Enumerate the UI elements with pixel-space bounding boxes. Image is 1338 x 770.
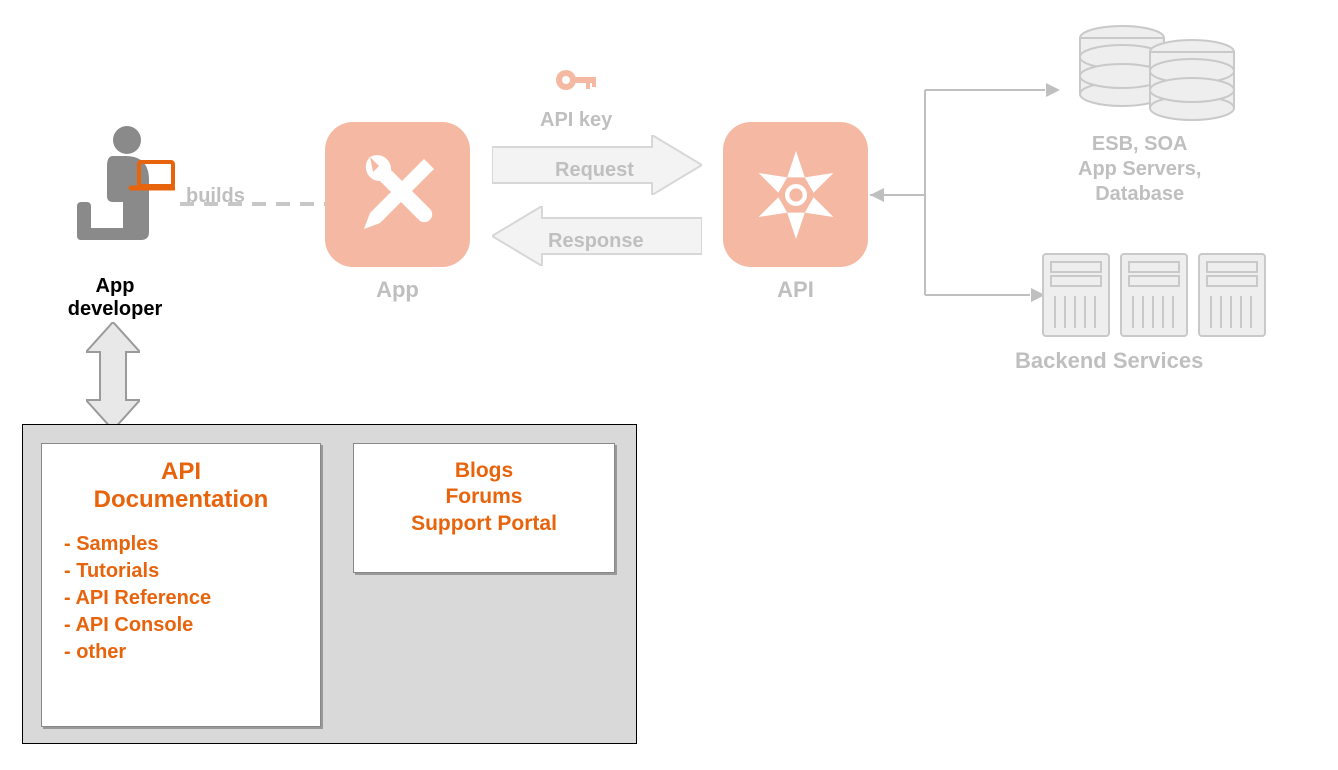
key-icon <box>554 66 598 102</box>
doc-title-2: Documentation <box>94 486 269 513</box>
developer-portal-arrow <box>86 322 140 430</box>
developer-node: App developer <box>55 124 175 321</box>
community-line: Support Portal <box>372 511 596 537</box>
doc-item: - API Console <box>64 612 302 639</box>
doc-item: - Samples <box>64 531 302 558</box>
response-label: Response <box>548 230 644 253</box>
portal-container: API Documentation - Samples - Tutorials … <box>22 424 637 744</box>
databases-text: ESB, SOA App Servers, Database <box>1078 132 1201 207</box>
db-line3: Database <box>1095 183 1184 205</box>
databases-icon <box>1062 20 1252 125</box>
doc-item: - other <box>64 639 302 666</box>
gear-star-icon <box>741 140 851 250</box>
request-label: Request <box>555 159 634 182</box>
db-line2: App Servers, <box>1078 158 1201 180</box>
db-line1: ESB, SOA <box>1092 133 1188 155</box>
backend-label: Backend Services <box>1015 348 1203 374</box>
builds-dash <box>180 202 325 206</box>
api-label: API <box>723 277 868 303</box>
doc-title-1: API <box>161 458 201 485</box>
doc-item: - API Reference <box>64 585 302 612</box>
community-line: Forums <box>372 484 596 510</box>
doc-item: - Tutorials <box>64 558 302 585</box>
app-label: App <box>325 277 470 303</box>
api-documentation-card: API Documentation - Samples - Tutorials … <box>41 443 321 727</box>
api-tile <box>723 122 868 267</box>
community-line: Blogs <box>372 458 596 484</box>
api-key-label: API key <box>540 109 612 132</box>
developer-label: App developer <box>55 275 175 321</box>
community-card: Blogs Forums Support Portal <box>353 443 615 573</box>
app-tile <box>325 122 470 267</box>
api-node: API <box>723 122 868 303</box>
backend-connectors <box>870 60 1060 320</box>
tools-icon <box>348 145 448 245</box>
servers-icon <box>1041 248 1271 346</box>
api-key: API key <box>540 66 612 132</box>
app-node: App <box>325 122 470 303</box>
developer-icon <box>55 124 175 264</box>
doc-items: - Samples - Tutorials - API Reference - … <box>64 531 302 666</box>
